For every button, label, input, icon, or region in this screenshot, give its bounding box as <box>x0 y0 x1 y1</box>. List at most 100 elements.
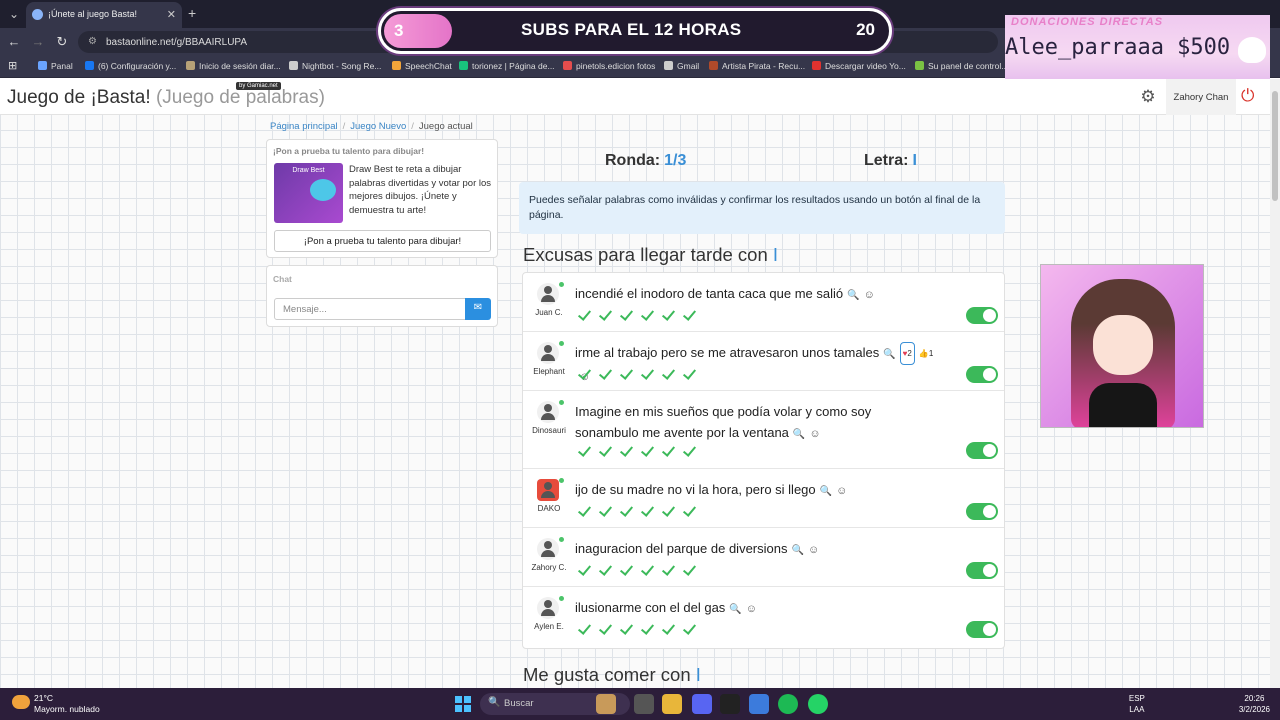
heart-reaction[interactable]: ♥2 <box>899 342 915 365</box>
draw-best-title: Draw Best <box>292 167 325 174</box>
bookmark[interactable]: (6) Configuración y... <box>85 61 176 71</box>
site-brand[interactable]: Juego de ¡Basta! (Juego de palabras) <box>7 87 325 109</box>
file-explorer-icon[interactable] <box>662 694 682 714</box>
answer-row: Dinosauri Imagine en mis sueños que podí… <box>523 391 1004 469</box>
online-indicator <box>559 341 564 346</box>
search-icon[interactable]: 🔍 <box>883 349 895 360</box>
like-reaction[interactable]: 👍1 <box>919 343 933 364</box>
emoji-react-icon[interactable]: ☺ <box>808 544 819 556</box>
site-info-icon[interactable]: ⚙ <box>88 36 100 48</box>
emoji-react-icon[interactable]: ☺ <box>836 485 847 497</box>
bookmark[interactable]: Inicio de sesión diar... <box>186 61 281 71</box>
clock-date[interactable]: 3/2/2026 <box>1239 704 1270 715</box>
emoji-react-icon[interactable]: ☺ <box>864 289 875 301</box>
breadcrumb-new-game[interactable]: Juego Nuevo <box>350 121 406 132</box>
chrome-icon[interactable] <box>749 694 769 714</box>
back-icon[interactable]: ← <box>6 34 22 49</box>
check-icon <box>577 307 593 323</box>
obs-icon[interactable] <box>720 694 740 714</box>
search-icon[interactable]: 🔍 <box>793 429 805 440</box>
bookmark-icon <box>392 61 401 70</box>
send-message-button[interactable]: ✉ <box>465 298 491 320</box>
windows-taskbar: 21°C Mayorm. nublado 🔍 Buscar ESP LAA 20:26… <box>0 688 1280 720</box>
avatar-face <box>1093 315 1153 375</box>
user-avatar <box>537 342 559 364</box>
answer-row: DAKO ijo de su madre no vi la hora, pero… <box>523 469 1004 528</box>
check-icon <box>598 621 614 637</box>
spotify-icon[interactable] <box>778 694 798 714</box>
avatar-shirt <box>1089 383 1157 427</box>
reload-icon[interactable]: ↻ <box>54 34 70 50</box>
streamer-avatar-overlay <box>1040 264 1204 428</box>
valid-toggle[interactable] <box>966 503 998 520</box>
bookmark[interactable]: torionez | Página de... <box>459 61 555 71</box>
search-icon[interactable]: 🔍 <box>820 486 832 497</box>
search-icon[interactable]: 🔍 <box>729 604 741 615</box>
user-menu[interactable]: Zahory Chan <box>1166 79 1236 115</box>
bookmark-icon <box>709 61 718 70</box>
search-icon[interactable]: 🔍 <box>791 545 803 556</box>
bookmark[interactable]: Su panel de control... <box>915 61 1008 71</box>
whatsapp-icon[interactable] <box>808 694 828 714</box>
bookmark[interactable]: Artista Pirata - Recu... <box>709 61 805 71</box>
task-view-icon[interactable] <box>634 694 654 714</box>
round-value: 1/3 <box>664 152 687 169</box>
check-icon <box>640 503 656 519</box>
valid-toggle[interactable] <box>966 366 998 383</box>
search-icon[interactable]: 🔍 <box>847 290 859 301</box>
check-icon <box>661 562 677 578</box>
emoji-react-icon[interactable]: ☺ <box>746 603 757 615</box>
valid-toggle[interactable] <box>966 621 998 638</box>
clock-time[interactable]: 20:26 <box>1239 693 1270 704</box>
draw-best-image[interactable]: Draw Best <box>274 163 343 223</box>
gear-icon[interactable]: ⚙ <box>1138 87 1158 107</box>
bookmark[interactable]: Gmail <box>664 61 699 71</box>
bookmark[interactable]: Descargar video Yo... <box>812 61 906 71</box>
promo-button[interactable]: ¡Pon a prueba tu talento para dibujar! <box>274 230 491 252</box>
check-icon <box>619 503 635 519</box>
check-icon <box>682 443 698 459</box>
bookmark[interactable]: Nightbot - Song Re... <box>289 61 381 71</box>
answer-row: Aylen E. ilusionarme con el del gas 🔍 ☺ <box>523 587 1004 648</box>
check-icon <box>598 503 614 519</box>
brand-subtitle: (Juego de palabras) <box>155 87 325 108</box>
info-alert: Puedes señalar palabras como inválidas y… <box>519 182 1005 234</box>
answer-username: Elephant <box>533 367 565 376</box>
discord-icon[interactable] <box>692 694 712 714</box>
category-title: Me gusta comer con I <box>523 664 701 685</box>
bookmark[interactable]: Panal <box>38 61 73 71</box>
vote-checks <box>577 621 703 637</box>
valid-toggle[interactable] <box>966 562 998 579</box>
browser-tab[interactable]: ¡Únete al juego Basta! ✕ <box>26 2 182 28</box>
widget-icon[interactable] <box>596 694 616 714</box>
answer-username: Dinosauri <box>532 426 566 435</box>
bookmark[interactable]: SpeechChat <box>392 61 452 71</box>
promo-heading: ¡Pon a prueba tu talento para dibujar! <box>273 146 425 156</box>
check-icon <box>598 366 614 382</box>
vote-checks <box>577 503 703 519</box>
letter-label: Letra: <box>864 152 909 169</box>
bookmark[interactable]: pinetols.edicion fotos <box>563 61 655 71</box>
bookmark-icon <box>186 61 195 70</box>
language-indicator[interactable]: ESP LAA <box>1129 693 1145 715</box>
apps-grid-icon[interactable]: ⊞ <box>8 59 17 72</box>
breadcrumb-home[interactable]: Página principal <box>270 121 338 132</box>
category-letter: I <box>695 664 701 685</box>
search-icon: 🔍 <box>488 697 501 708</box>
new-tab-button[interactable]: + <box>188 5 196 21</box>
close-tab-icon[interactable]: ✕ <box>167 8 176 21</box>
power-icon[interactable]: ⏻ <box>1241 86 1254 106</box>
page-scrollbar[interactable] <box>1270 79 1280 688</box>
forward-icon[interactable]: → <box>30 34 46 49</box>
valid-toggle[interactable] <box>966 307 998 324</box>
scrollbar-thumb[interactable] <box>1272 91 1278 201</box>
emoji-react-icon[interactable]: ☺ <box>809 428 820 440</box>
tab-search-icon[interactable]: ⌄ <box>6 6 22 22</box>
check-icon <box>619 621 635 637</box>
windows-start-icon[interactable] <box>455 696 471 712</box>
chat-message-input[interactable]: Mensaje... <box>274 298 466 320</box>
subs-count: 3 <box>384 14 452 48</box>
answer-row: Juan C. incendié el inodoro de tanta cac… <box>523 273 1004 332</box>
answer-row: Zahory C. inaguracion del parque de dive… <box>523 528 1004 587</box>
valid-toggle[interactable] <box>966 442 998 459</box>
